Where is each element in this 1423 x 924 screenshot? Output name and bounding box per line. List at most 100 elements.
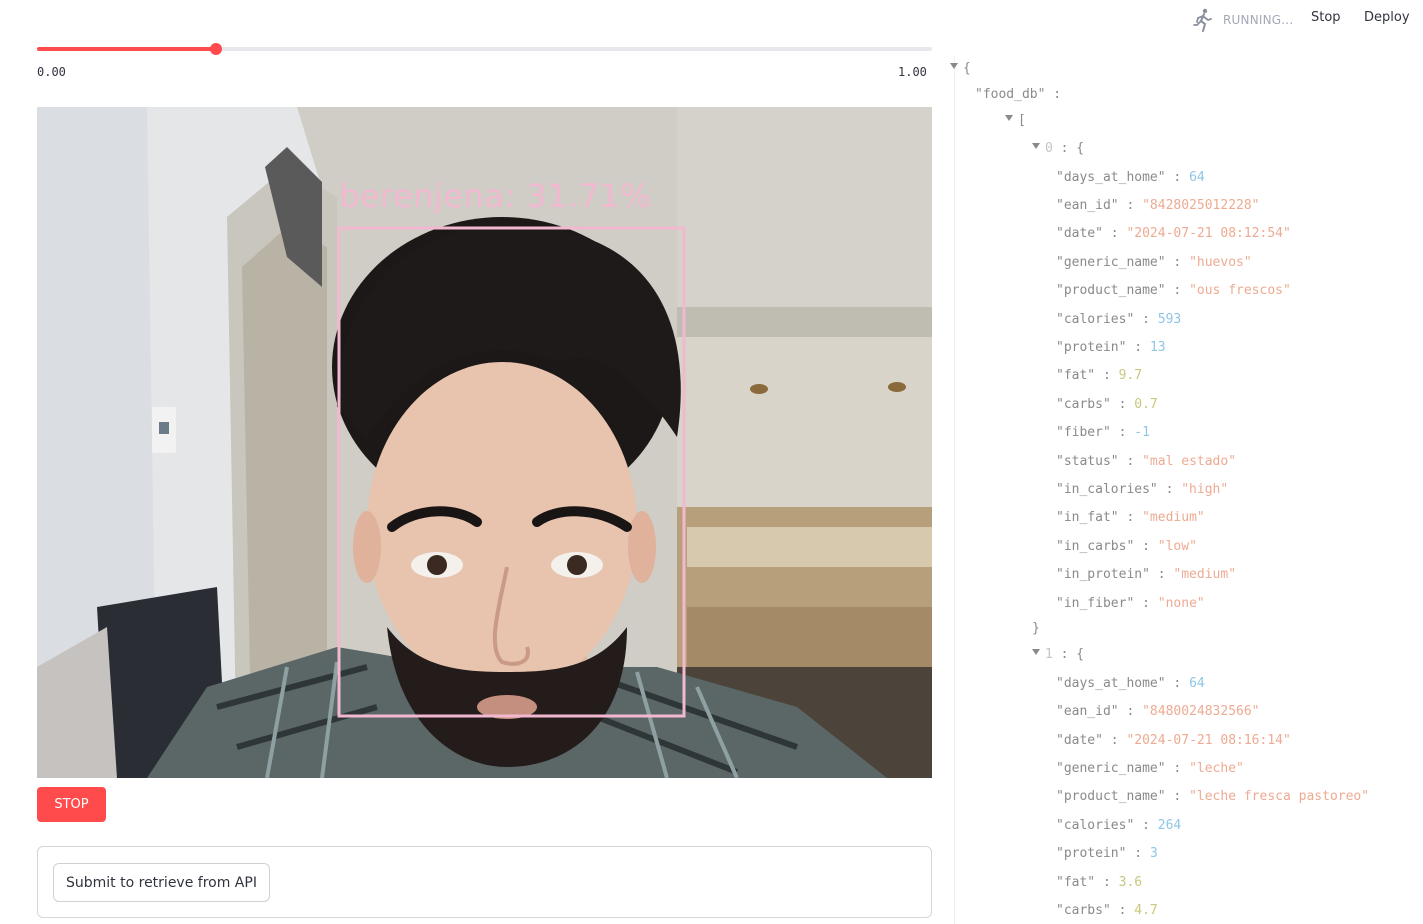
slider-max-label: 1.00 — [898, 65, 927, 79]
json-value: "high" — [1181, 482, 1229, 497]
slider-track[interactable] — [37, 47, 932, 51]
json-colon: : — [1118, 510, 1143, 525]
json-key: "in_carbs" — [1056, 539, 1135, 554]
json-field: "date" : "2024-07-21 08:16:14" — [1056, 732, 1291, 750]
json-index: 1 — [1045, 647, 1053, 662]
json-value: "2024-07-21 08:12:54" — [1126, 226, 1291, 241]
collapse-caret-icon[interactable] — [1032, 143, 1040, 149]
json-key: "date" — [1056, 733, 1103, 748]
json-value: 3.6 — [1118, 875, 1143, 890]
json-key: "fat" — [1056, 875, 1096, 890]
json-field: "in_fiber" : "none" — [1056, 595, 1205, 613]
json-field: "fat" : 9.7 — [1056, 367, 1142, 385]
json-bracket: [ — [1018, 113, 1026, 128]
json-value: "huevos" — [1189, 255, 1252, 270]
collapse-caret-icon[interactable] — [1032, 649, 1040, 655]
slider-fill — [37, 47, 216, 51]
json-value: "8480024832566" — [1142, 704, 1260, 719]
json-value: "mal estado" — [1142, 454, 1237, 469]
json-value: "medium" — [1142, 510, 1205, 525]
json-value: "leche" — [1189, 761, 1244, 776]
json-key: "protein" — [1056, 340, 1127, 355]
json-colon: : — [1165, 255, 1190, 270]
json-key: "in_fat" — [1056, 510, 1119, 525]
json-colon: : — [1134, 312, 1158, 327]
json-value: 13 — [1149, 340, 1166, 355]
json-field: "carbs" : 0.7 — [1056, 396, 1158, 414]
json-field: "in_carbs" : "low" — [1056, 538, 1197, 556]
json-colon: : — [1165, 283, 1190, 298]
json-value: 0.7 — [1134, 397, 1158, 412]
json-root-key: "food_db" : — [975, 86, 1061, 104]
json-key: "product_name" — [1056, 283, 1166, 298]
json-colon: : — [1095, 875, 1119, 890]
json-key: "carbs" — [1056, 903, 1111, 918]
json-field: "fiber" : -1 — [1056, 424, 1150, 442]
submit-api-button[interactable]: Submit to retrieve from API — [53, 863, 270, 902]
json-field: "calories" : 593 — [1056, 311, 1181, 329]
json-value: "2024-07-21 08:16:14" — [1126, 733, 1291, 748]
json-field: "days_at_home" : 64 — [1056, 169, 1205, 187]
json-key: "in_fiber" — [1056, 596, 1135, 611]
slider-min-label: 0.00 — [37, 65, 66, 79]
json-colon: : — [1118, 198, 1143, 213]
json-colon: : — [1102, 226, 1127, 241]
json-colon: : — [1165, 170, 1190, 185]
json-index: 0 — [1045, 141, 1053, 156]
json-key: "calories" — [1056, 312, 1135, 327]
json-colon: : — [1110, 397, 1135, 412]
json-item-close: } — [1032, 620, 1040, 638]
json-colon: : — [1126, 340, 1150, 355]
json-field: "ean_id" : "8480024832566" — [1056, 703, 1260, 721]
stop-stream-button[interactable]: STOP — [37, 787, 106, 822]
threshold-slider[interactable] — [37, 42, 932, 56]
json-value: 4.7 — [1134, 903, 1158, 918]
deploy-button[interactable]: Deploy — [1364, 10, 1410, 25]
json-field: "date" : "2024-07-21 08:12:54" — [1056, 225, 1291, 243]
json-colon: : — [1134, 596, 1158, 611]
json-key: "product_name" — [1056, 789, 1166, 804]
json-key: "fat" — [1056, 368, 1096, 383]
json-key: "generic_name" — [1056, 761, 1166, 776]
webcam-video: berenjena: 31.71% — [37, 107, 932, 778]
json-key: "date" — [1056, 226, 1103, 241]
json-colon: : — [1045, 87, 1062, 102]
app-header: RUNNING... Stop Deploy — [0, 0, 1423, 40]
json-key: "days_at_home" — [1056, 676, 1166, 691]
json-colon: : — [1118, 704, 1143, 719]
running-label: RUNNING... — [1223, 13, 1294, 27]
json-field: "carbs" : 4.7 — [1056, 902, 1158, 920]
json-brace: : { — [1052, 141, 1085, 156]
json-brace: { — [963, 61, 971, 76]
json-brace: } — [1032, 621, 1040, 636]
json-colon: : — [1165, 676, 1190, 691]
json-key: "carbs" — [1056, 397, 1111, 412]
json-value: 3 — [1149, 846, 1158, 861]
json-item-open: 0 : { — [1032, 140, 1084, 158]
json-colon: : — [1110, 903, 1135, 918]
collapse-caret-icon[interactable] — [950, 63, 958, 69]
json-key: "in_protein" — [1056, 567, 1150, 582]
json-key: "calories" — [1056, 818, 1135, 833]
header-stop-button[interactable]: Stop — [1311, 10, 1341, 25]
json-value: "ous frescos" — [1189, 283, 1291, 298]
json-field: "days_at_home" : 64 — [1056, 675, 1205, 693]
json-field: "ean_id" : "8428025012228" — [1056, 197, 1260, 215]
json-field: "fat" : 3.6 — [1056, 874, 1142, 892]
json-colon: : — [1149, 567, 1174, 582]
json-key: "status" — [1056, 454, 1119, 469]
json-key: "ean_id" — [1056, 198, 1119, 213]
json-colon: : — [1165, 761, 1190, 776]
json-field: "status" : "mal estado" — [1056, 453, 1236, 471]
json-viewer: { "food_db" : [0 : { "days_at_home" : 64 "ea… — [948, 56, 1423, 924]
json-value: -1 — [1134, 425, 1150, 440]
detection-label: berenjena: 31.71% — [339, 177, 652, 215]
json-value: 264 — [1157, 818, 1182, 833]
json-colon: : — [1095, 368, 1119, 383]
json-colon: : — [1134, 818, 1158, 833]
json-value: "low" — [1157, 539, 1197, 554]
collapse-caret-icon[interactable] — [1005, 115, 1013, 121]
json-value: 64 — [1189, 170, 1205, 185]
slider-thumb[interactable] — [210, 43, 222, 55]
json-key: "protein" — [1056, 846, 1127, 861]
